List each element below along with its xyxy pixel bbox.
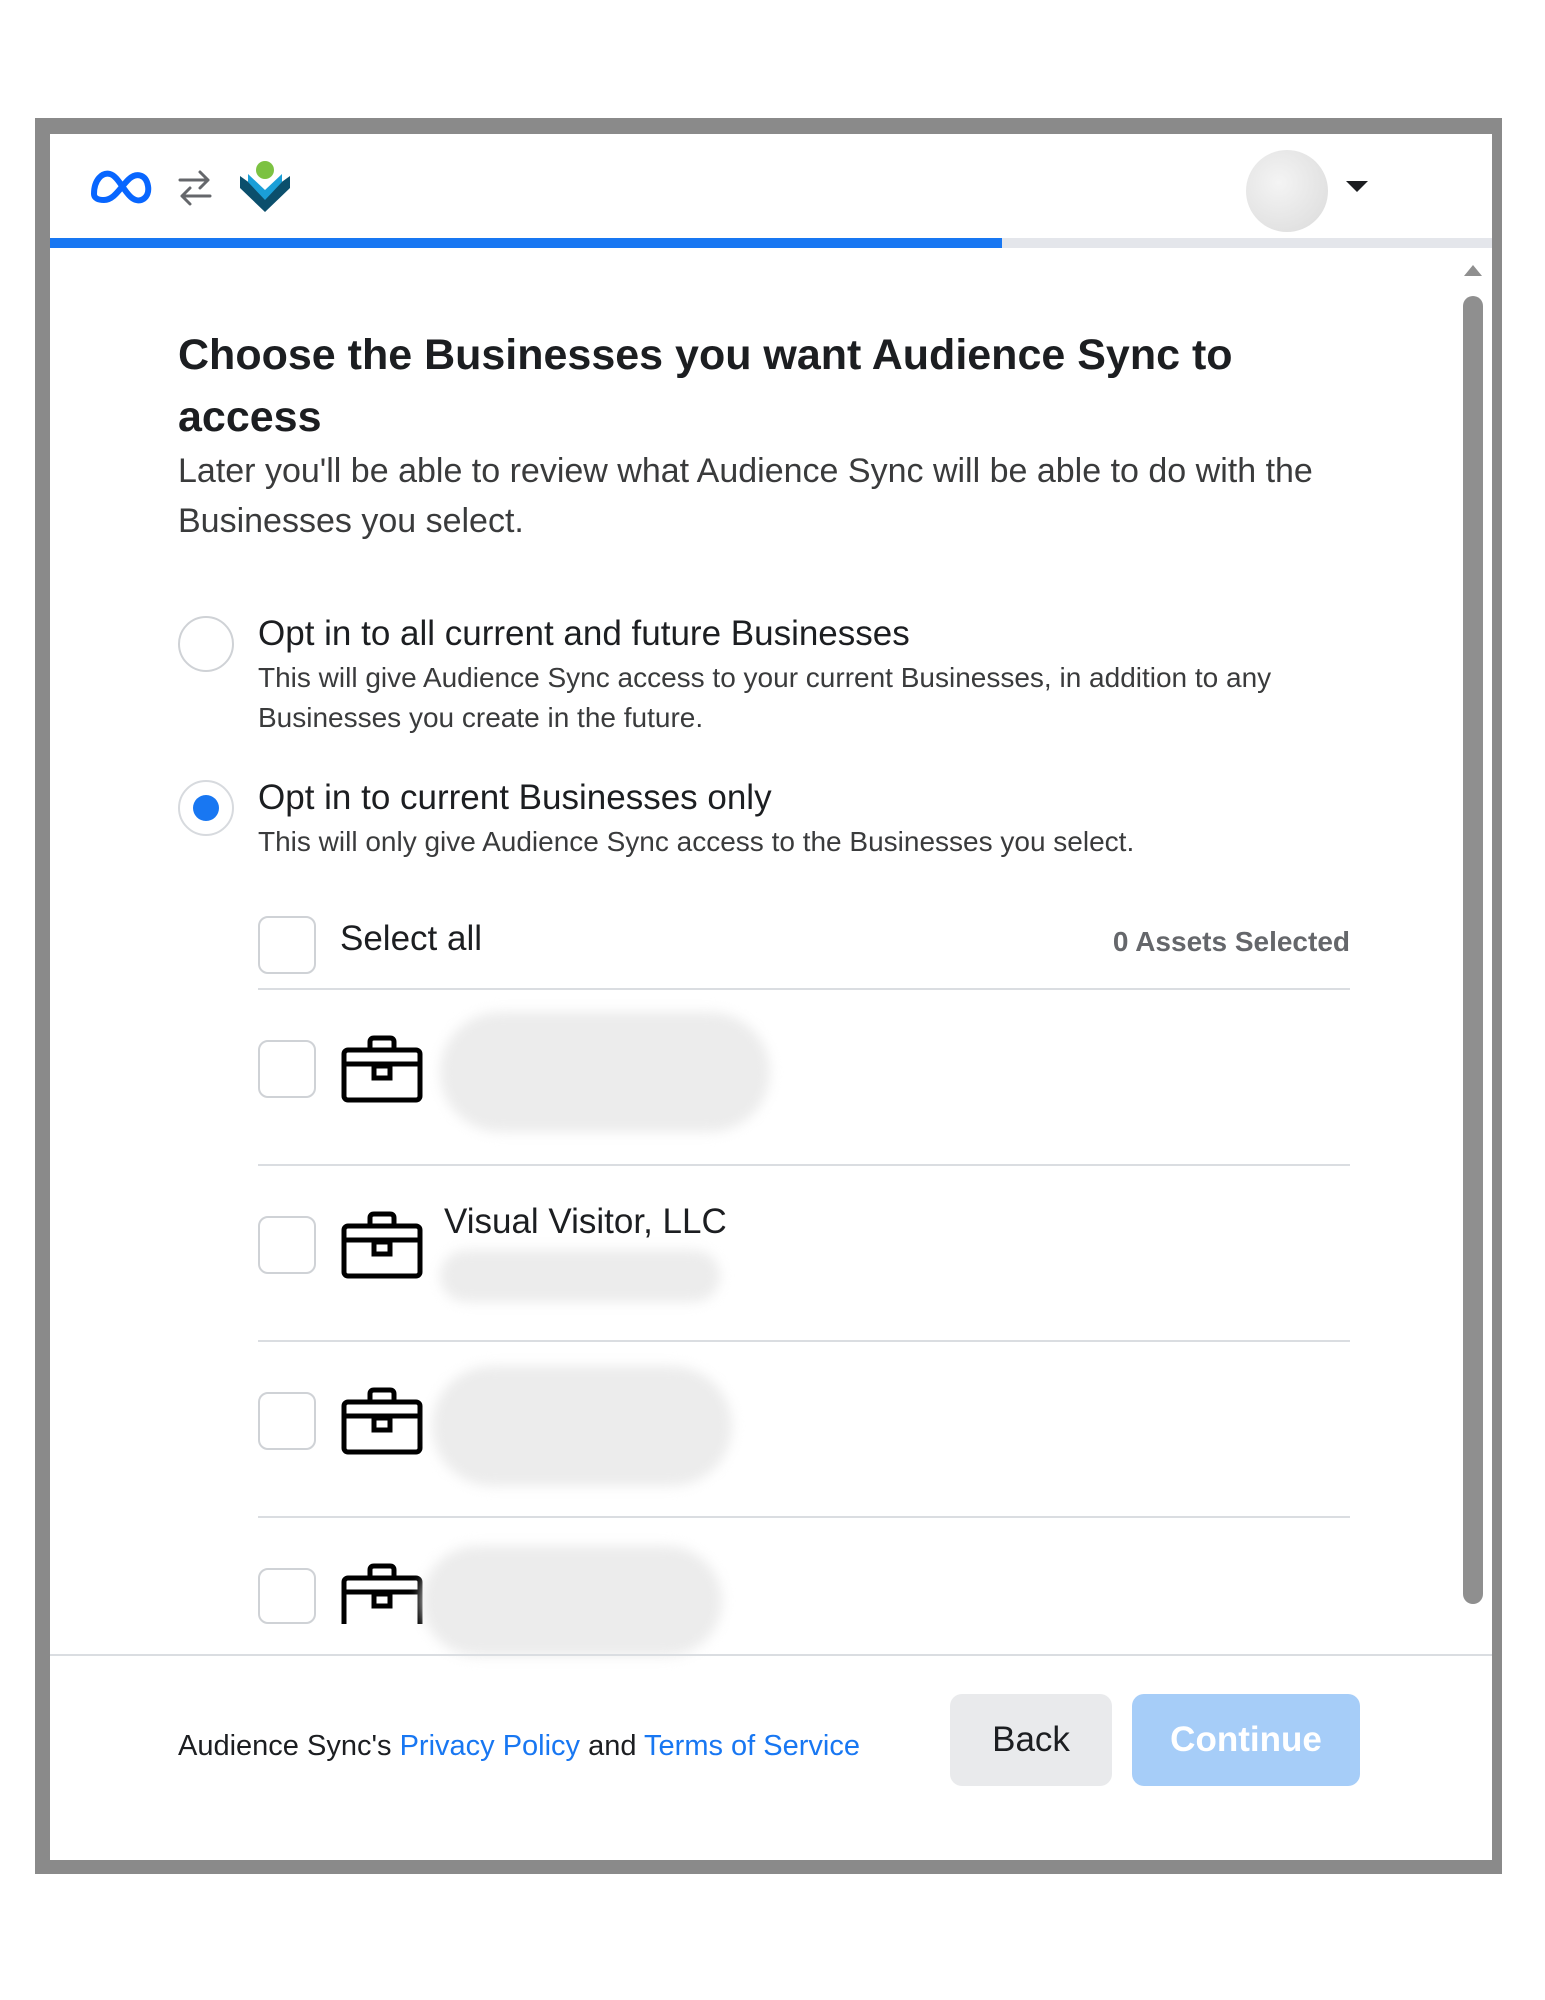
progress-bar-fill [50,238,1002,248]
footer-prefix: Audience Sync's [178,1730,400,1762]
privacy-policy-link[interactable]: Privacy Policy [400,1730,581,1762]
redacted-name [422,1546,722,1656]
terms-of-service-link[interactable]: Terms of Service [644,1730,860,1762]
dialog-header [50,134,1492,248]
select-all-label: Select all [340,919,483,958]
business-checkbox[interactable] [258,1040,316,1098]
select-all-checkbox[interactable] [258,916,316,974]
assets-selected-count: 0 Assets Selected [1112,926,1350,957]
oauth-dialog: Choose the Businesses you want Audience … [50,134,1492,1860]
business-checkbox[interactable] [258,1568,316,1624]
swap-arrows-icon [178,170,212,206]
business-checkbox[interactable] [258,1216,316,1274]
row-divider [258,1340,1350,1342]
redacted-detail [440,1250,720,1302]
briefcase-icon [341,1563,423,1624]
radio-current-businesses[interactable] [178,780,234,836]
page-title: Choose the Businesses you want Audience … [178,331,1233,441]
business-name: Visual Visitor, LLC [444,1202,727,1241]
radio-all-businesses[interactable] [178,616,234,672]
back-button[interactable]: Back [950,1694,1112,1786]
list-divider [258,988,1350,990]
chevron-down-icon[interactable] [1344,178,1370,194]
redacted-name [432,1366,732,1486]
option-current-label: Opt in to current Businesses only [258,778,772,817]
briefcase-icon [341,1211,423,1279]
option-all-description: This will give Audience Sync access to y… [258,662,1272,733]
audience-sync-logo-icon [240,161,290,212]
business-checkbox[interactable] [258,1392,316,1450]
redacted-name [440,1012,770,1132]
option-all-label: Opt in to all current and future Busines… [258,614,910,653]
meta-logo-icon [91,170,152,204]
footer-divider [50,1654,1492,1656]
row-divider [258,1516,1350,1518]
avatar[interactable] [1246,150,1328,232]
progress-bar [50,238,1492,248]
scrollbar-thumb[interactable] [1463,296,1483,1604]
footer-legal-text: Audience Sync's Privacy Policy and Terms… [178,1726,860,1766]
scroll-up-arrow-icon[interactable] [1462,262,1484,278]
page-subtitle: Later you'll be able to review what Audi… [178,452,1313,540]
option-current-description: This will only give Audience Sync access… [258,826,1135,857]
row-divider [258,1164,1350,1166]
continue-button[interactable]: Continue [1132,1694,1360,1786]
briefcase-icon [341,1387,423,1455]
briefcase-icon [341,1035,423,1103]
footer-and: and [580,1730,645,1762]
